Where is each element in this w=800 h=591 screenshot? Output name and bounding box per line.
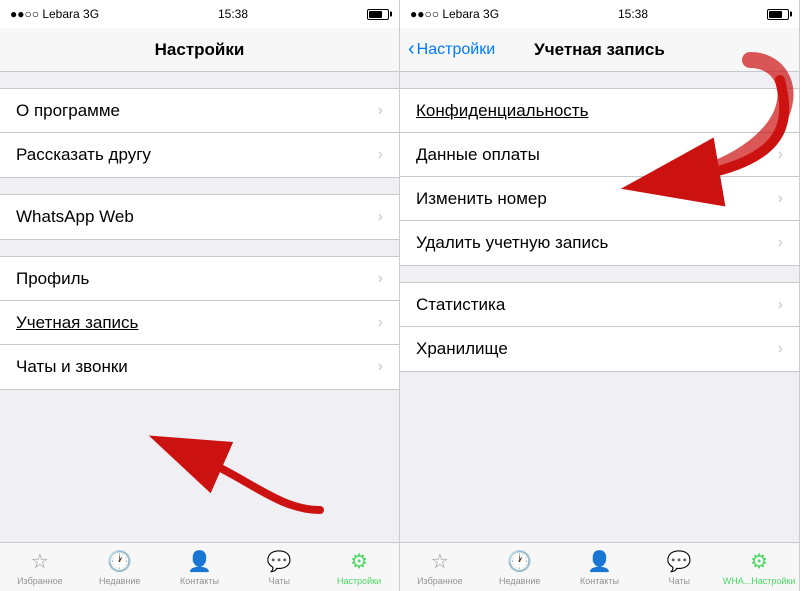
status-bar-left: ●●○○ Lebara 3G 15:38 <box>0 0 399 28</box>
statistics-item[interactable]: Статистика › <box>400 283 799 327</box>
nav-bar-left: Настройки <box>0 28 399 72</box>
right-panel: ●●○○ Lebara 3G 15:38 ‹ Настройки Учетная… <box>400 0 800 591</box>
tab-settings-right[interactable]: ⚙ WHA...Настройки <box>719 549 799 586</box>
status-bar-right: ●●○○ Lebara 3G 15:38 <box>400 0 799 28</box>
statistics-label: Статистика <box>416 295 505 315</box>
list-group-3-left: Профиль › Учетная запись › Чаты и звонки… <box>0 256 399 390</box>
battery-icon-right <box>767 9 789 20</box>
nav-title-left: Настройки <box>155 40 245 60</box>
profile-chevron: › <box>378 270 383 288</box>
recents-label-left: Недавние <box>99 576 140 586</box>
account-label: Учетная запись <box>16 313 138 333</box>
battery-area-left <box>367 9 389 20</box>
tab-chats-left[interactable]: 💬 Чаты <box>239 549 319 586</box>
tab-bar-left: ☆ Избранное 🕐 Недавние 👤 Контакты 💬 Чаты… <box>0 542 399 591</box>
tab-recents-left[interactable]: 🕐 Недавние <box>80 549 160 586</box>
change-number-label: Изменить номер <box>416 189 547 209</box>
whatsapp-web-chevron: › <box>378 208 383 226</box>
section-1-right: Конфиденциальность › Данные оплаты › Изм… <box>400 88 799 266</box>
delete-account-label: Удалить учетную запись <box>416 233 608 253</box>
nav-back-right[interactable]: ‹ Настройки <box>408 38 495 61</box>
scroll-content-right: Конфиденциальность › Данные оплаты › Изм… <box>400 72 799 542</box>
nav-title-right: Учетная запись <box>534 40 665 60</box>
storage-item[interactable]: Хранилище › <box>400 327 799 371</box>
favorites-icon-left: ☆ <box>31 549 49 574</box>
whatsapp-web-item[interactable]: WhatsApp Web › <box>0 195 399 239</box>
favorites-icon-right: ☆ <box>431 549 449 574</box>
back-arrow-icon-right: ‹ <box>408 38 415 61</box>
nav-back-label-right: Настройки <box>417 41 495 59</box>
settings-icon-left: ⚙ <box>350 549 368 574</box>
payment-chevron: › <box>778 146 783 164</box>
section-1-left: О программе › Рассказать другу › <box>0 88 399 178</box>
privacy-item[interactable]: Конфиденциальность › <box>400 89 799 133</box>
about-chevron: › <box>378 102 383 120</box>
carrier-right: ●●○○ Lebara 3G <box>410 7 499 21</box>
section-2-right: Статистика › Хранилище › <box>400 282 799 372</box>
chats-calls-item[interactable]: Чаты и звонки › <box>0 345 399 389</box>
contacts-icon-right: 👤 <box>587 549 612 574</box>
chats-calls-label: Чаты и звонки <box>16 357 128 377</box>
profile-label: Профиль <box>16 269 89 289</box>
recents-icon-right: 🕐 <box>507 549 532 574</box>
section-3-left: Профиль › Учетная запись › Чаты и звонки… <box>0 256 399 390</box>
nav-bar-right: ‹ Настройки Учетная запись <box>400 28 799 72</box>
tab-contacts-left[interactable]: 👤 Контакты <box>160 549 240 586</box>
chats-icon-right: 💬 <box>667 549 692 574</box>
battery-area-right <box>767 9 789 20</box>
contacts-icon-left: 👤 <box>187 549 212 574</box>
battery-icon-left <box>367 9 389 20</box>
left-panel: ●●○○ Lebara 3G 15:38 Настройки О програм… <box>0 0 400 591</box>
recents-label-right: Недавние <box>499 576 540 586</box>
tab-recents-right[interactable]: 🕐 Недавние <box>480 549 560 586</box>
list-group-1-right: Конфиденциальность › Данные оплаты › Изм… <box>400 88 799 266</box>
list-group-2-left: WhatsApp Web › <box>0 194 399 240</box>
section-2-left: WhatsApp Web › <box>0 194 399 240</box>
list-group-2-right: Статистика › Хранилище › <box>400 282 799 372</box>
favorites-label-left: Избранное <box>17 576 63 586</box>
storage-label: Хранилище <box>416 339 508 359</box>
tab-favorites-right[interactable]: ☆ Избранное <box>400 549 480 586</box>
tab-favorites-left[interactable]: ☆ Избранное <box>0 549 80 586</box>
tell-friend-chevron: › <box>378 146 383 164</box>
contacts-label-left: Контакты <box>180 576 219 586</box>
recents-icon-left: 🕐 <box>107 549 132 574</box>
chats-label-right: Чаты <box>669 576 690 586</box>
change-number-item[interactable]: Изменить номер › <box>400 177 799 221</box>
about-item[interactable]: О программе › <box>0 89 399 133</box>
scroll-content-left: О программе › Рассказать другу › WhatsAp… <box>0 72 399 542</box>
privacy-chevron: › <box>778 102 783 120</box>
statistics-chevron: › <box>778 296 783 314</box>
chats-calls-chevron: › <box>378 358 383 376</box>
account-item[interactable]: Учетная запись › <box>0 301 399 345</box>
account-chevron: › <box>378 314 383 332</box>
tab-bar-right: ☆ Избранное 🕐 Недавние 👤 Контакты 💬 Чаты… <box>400 542 799 591</box>
list-group-1-left: О программе › Рассказать другу › <box>0 88 399 178</box>
tell-friend-label: Рассказать другу <box>16 145 151 165</box>
tell-friend-item[interactable]: Рассказать другу › <box>0 133 399 177</box>
settings-icon-right: ⚙ <box>750 549 768 574</box>
payment-item[interactable]: Данные оплаты › <box>400 133 799 177</box>
settings-label-left: Настройки <box>337 576 381 586</box>
change-number-chevron: › <box>778 190 783 208</box>
carrier-left: ●●○○ Lebara 3G <box>10 7 99 21</box>
profile-item[interactable]: Профиль › <box>0 257 399 301</box>
favorites-label-right: Избранное <box>417 576 463 586</box>
whatsapp-web-label: WhatsApp Web <box>16 207 134 227</box>
time-left: 15:38 <box>218 7 248 21</box>
tab-chats-right[interactable]: 💬 Чаты <box>639 549 719 586</box>
tab-contacts-right[interactable]: 👤 Контакты <box>560 549 640 586</box>
tab-settings-left[interactable]: ⚙ Настройки <box>319 549 399 586</box>
time-right: 15:38 <box>618 7 648 21</box>
about-label: О программе <box>16 101 120 121</box>
delete-account-item[interactable]: Удалить учетную запись › <box>400 221 799 265</box>
chats-label-left: Чаты <box>269 576 290 586</box>
delete-account-chevron: › <box>778 234 783 252</box>
chats-icon-left: 💬 <box>267 549 292 574</box>
privacy-label: Конфиденциальность <box>416 101 588 121</box>
payment-label: Данные оплаты <box>416 145 540 165</box>
storage-chevron: › <box>778 340 783 358</box>
whatsapp-settings-label: WHA...Настройки <box>723 576 796 586</box>
contacts-label-right: Контакты <box>580 576 619 586</box>
